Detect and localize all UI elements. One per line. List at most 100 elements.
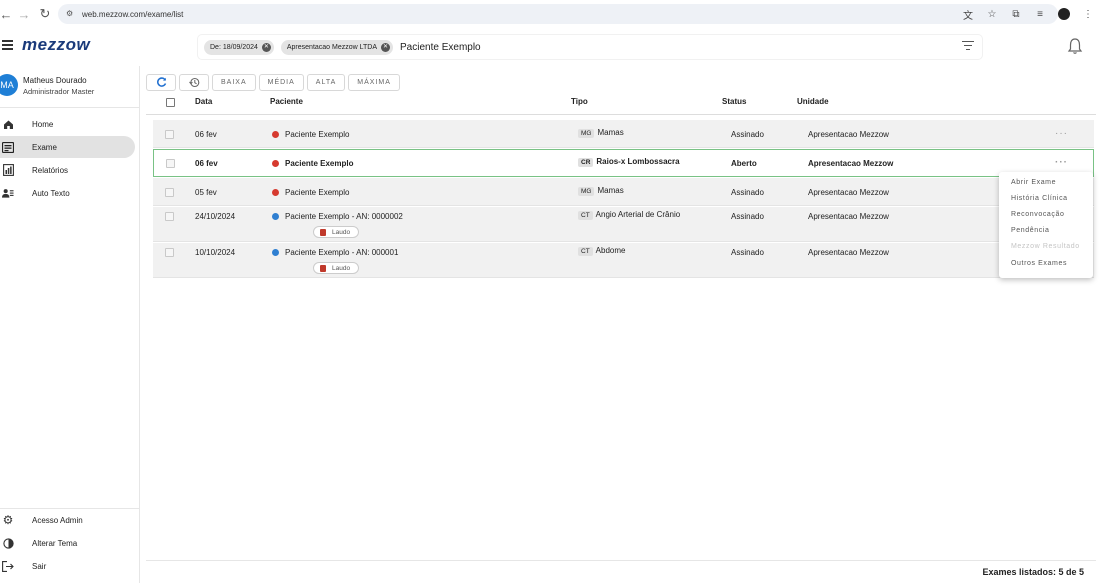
table-row-selected[interactable]: 06 fev Paciente Exemplo CR Raios-x Lombos… (153, 149, 1094, 177)
sidebar-item-exame[interactable]: Exame (0, 136, 135, 158)
divider (0, 107, 140, 108)
select-all-checkbox[interactable] (166, 98, 175, 107)
row-date: 06 fev (195, 130, 217, 139)
row-date: 24/10/2024 (195, 212, 236, 221)
row-checkbox[interactable] (165, 130, 174, 139)
row-unit: Apresentacao Mezzow (808, 212, 889, 221)
chip-label: De: 18/09/2024 (210, 43, 258, 51)
column-header-unidade[interactable]: Unidade (797, 97, 829, 106)
row-type: CT Angio Arterial de Crânio (578, 210, 680, 220)
sidebar-item-auto-texto[interactable]: Auto Texto (0, 182, 135, 204)
extensions-icon[interactable]: ⧉ (1004, 9, 1028, 20)
row-type: CT Abdome (578, 246, 625, 256)
sidebar: MA Matheus Dourado Administrador Master … (0, 66, 140, 583)
row-status: Assinado (731, 188, 764, 197)
bookmark-star-icon[interactable]: ☆ (980, 9, 1004, 20)
row-checkbox[interactable] (165, 212, 174, 221)
search-input[interactable]: Paciente Exemplo (400, 42, 481, 53)
address-bar[interactable]: ⚙ web.mezzow.com/exame/list (58, 4, 1058, 24)
row-checkbox[interactable] (166, 159, 175, 168)
row-unit: Apresentacao Mezzow (808, 248, 889, 257)
row-status: Assinado (731, 248, 764, 257)
user-role: Administrador Master (23, 87, 95, 96)
row-type: MG Mamas (578, 128, 624, 138)
row-date: 05 fev (195, 188, 217, 197)
history-button[interactable] (179, 74, 209, 91)
column-header-paciente[interactable]: Paciente (270, 97, 303, 106)
row-status: Aberto (731, 159, 757, 168)
sidebar-item-home[interactable]: Home (0, 113, 135, 135)
browser-toolbar: ← → ↻ ⚙ web.mezzow.com/exame/list 文 ☆ ⧉ … (0, 0, 1100, 28)
menu-icon[interactable] (2, 40, 13, 50)
sidebar-item-alterar-tema[interactable]: Alterar Tema (0, 532, 135, 554)
row-unit: Apresentacao Mezzow (808, 188, 889, 197)
sidebar-item-acesso-admin[interactable]: ⚙ Acesso Admin (0, 509, 135, 531)
menu-item-pendencia[interactable]: Pendência (1011, 227, 1049, 234)
menu-item-outros-exames[interactable]: Outros Exames (1011, 260, 1067, 267)
priority-maxima-button[interactable]: MÁXIMA (348, 74, 400, 91)
reload-icon[interactable]: ↻ (35, 4, 55, 24)
row-patient[interactable]: Paciente Exemplo - AN: 0000002 (272, 212, 403, 221)
table-row[interactable]: 06 fev Paciente Exemplo MG Mamas Assinado… (153, 120, 1094, 148)
close-icon[interactable]: ✕ (261, 42, 271, 52)
theme-icon (2, 537, 14, 549)
site-info-icon[interactable]: ⚙ (66, 9, 76, 19)
menu-item-abrir-exame[interactable]: Abrir Exame (1011, 179, 1056, 186)
media-icon[interactable]: ≡ (1028, 9, 1052, 20)
sidebar-item-label: Sair (32, 561, 47, 571)
column-header-tipo[interactable]: Tipo (571, 97, 588, 106)
filter-chip-date[interactable]: De: 18/09/2024 ✕ (204, 39, 274, 55)
patient-name: Paciente Exemplo - AN: 000001 (285, 248, 399, 257)
refresh-button[interactable] (146, 74, 176, 91)
laudo-button[interactable]: Laudo (313, 226, 360, 238)
laudo-label: Laudo (332, 228, 351, 236)
priority-media-button[interactable]: MÉDIA (258, 74, 304, 91)
menu-item-historia-clinica[interactable]: História Clínica (1011, 195, 1068, 202)
more-options-icon[interactable]: ··· (1055, 128, 1068, 139)
bell-icon[interactable] (1067, 37, 1083, 55)
sidebar-item-relatorios[interactable]: Relatórios (0, 159, 135, 181)
filter-icon[interactable] (962, 41, 974, 53)
table-header: Data Paciente Tipo Status Unidade (146, 95, 1096, 115)
row-checkbox[interactable] (165, 248, 174, 257)
menu-item-reconvocacao[interactable]: Reconvocação (1011, 211, 1065, 218)
more-vert-icon[interactable]: ⋮ (1076, 9, 1100, 20)
row-patient[interactable]: Paciente Exemplo - AN: 000001 (272, 248, 398, 257)
column-header-data[interactable]: Data (195, 97, 212, 106)
priority-dot (272, 213, 279, 220)
more-options-icon[interactable]: ··· (1055, 157, 1068, 168)
divider (146, 560, 1096, 561)
row-checkbox[interactable] (165, 188, 174, 197)
pdf-icon (320, 228, 326, 236)
priority-baixa-button[interactable]: BAIXA (212, 74, 256, 91)
patient-name: Paciente Exemplo (285, 188, 350, 197)
translate-icon[interactable]: 文 (956, 7, 980, 22)
exam-count: Exames listados: 5 de 5 (982, 567, 1084, 577)
list-toolbar: BAIXA MÉDIA ALTA MÁXIMA (146, 74, 400, 91)
sidebar-item-label: Relatórios (32, 165, 69, 175)
sidebar-item-label: Exame (32, 142, 57, 152)
user-name: Matheus Dourado (23, 76, 87, 85)
table-row[interactable]: 24/10/2024 Paciente Exemplo - AN: 000000… (153, 207, 1094, 242)
row-type: CR Raios-x Lombossacra (578, 157, 680, 167)
table-row[interactable]: 10/10/2024 Paciente Exemplo - AN: 000001… (153, 243, 1094, 278)
row-patient[interactable]: Paciente Exemplo (272, 159, 353, 168)
sidebar-item-sair[interactable]: Sair (0, 555, 135, 577)
logout-icon (2, 560, 14, 572)
chip-label: Apresentacao Mezzow LTDA (286, 43, 378, 51)
history-icon (188, 77, 199, 88)
forward-icon[interactable]: → (14, 4, 34, 24)
column-header-status[interactable]: Status (722, 97, 746, 106)
refresh-icon (156, 77, 166, 87)
row-patient[interactable]: Paciente Exemplo (272, 130, 349, 139)
priority-dot (272, 189, 279, 196)
row-patient[interactable]: Paciente Exemplo (272, 188, 349, 197)
profile-avatar[interactable] (1052, 8, 1076, 20)
priority-alta-button[interactable]: ALTA (306, 74, 346, 91)
table-row[interactable]: 05 fev Paciente Exemplo MG Mamas Assinado… (153, 178, 1094, 206)
laudo-button[interactable]: Laudo (313, 262, 360, 274)
filter-chip-unit[interactable]: Apresentacao Mezzow LTDA ✕ (280, 39, 394, 55)
search-bar[interactable]: De: 18/09/2024 ✕ Apresentacao Mezzow LTD… (198, 35, 982, 59)
close-icon[interactable]: ✕ (381, 42, 391, 52)
user-info[interactable]: MA Matheus Dourado Administrador Master (0, 74, 140, 108)
